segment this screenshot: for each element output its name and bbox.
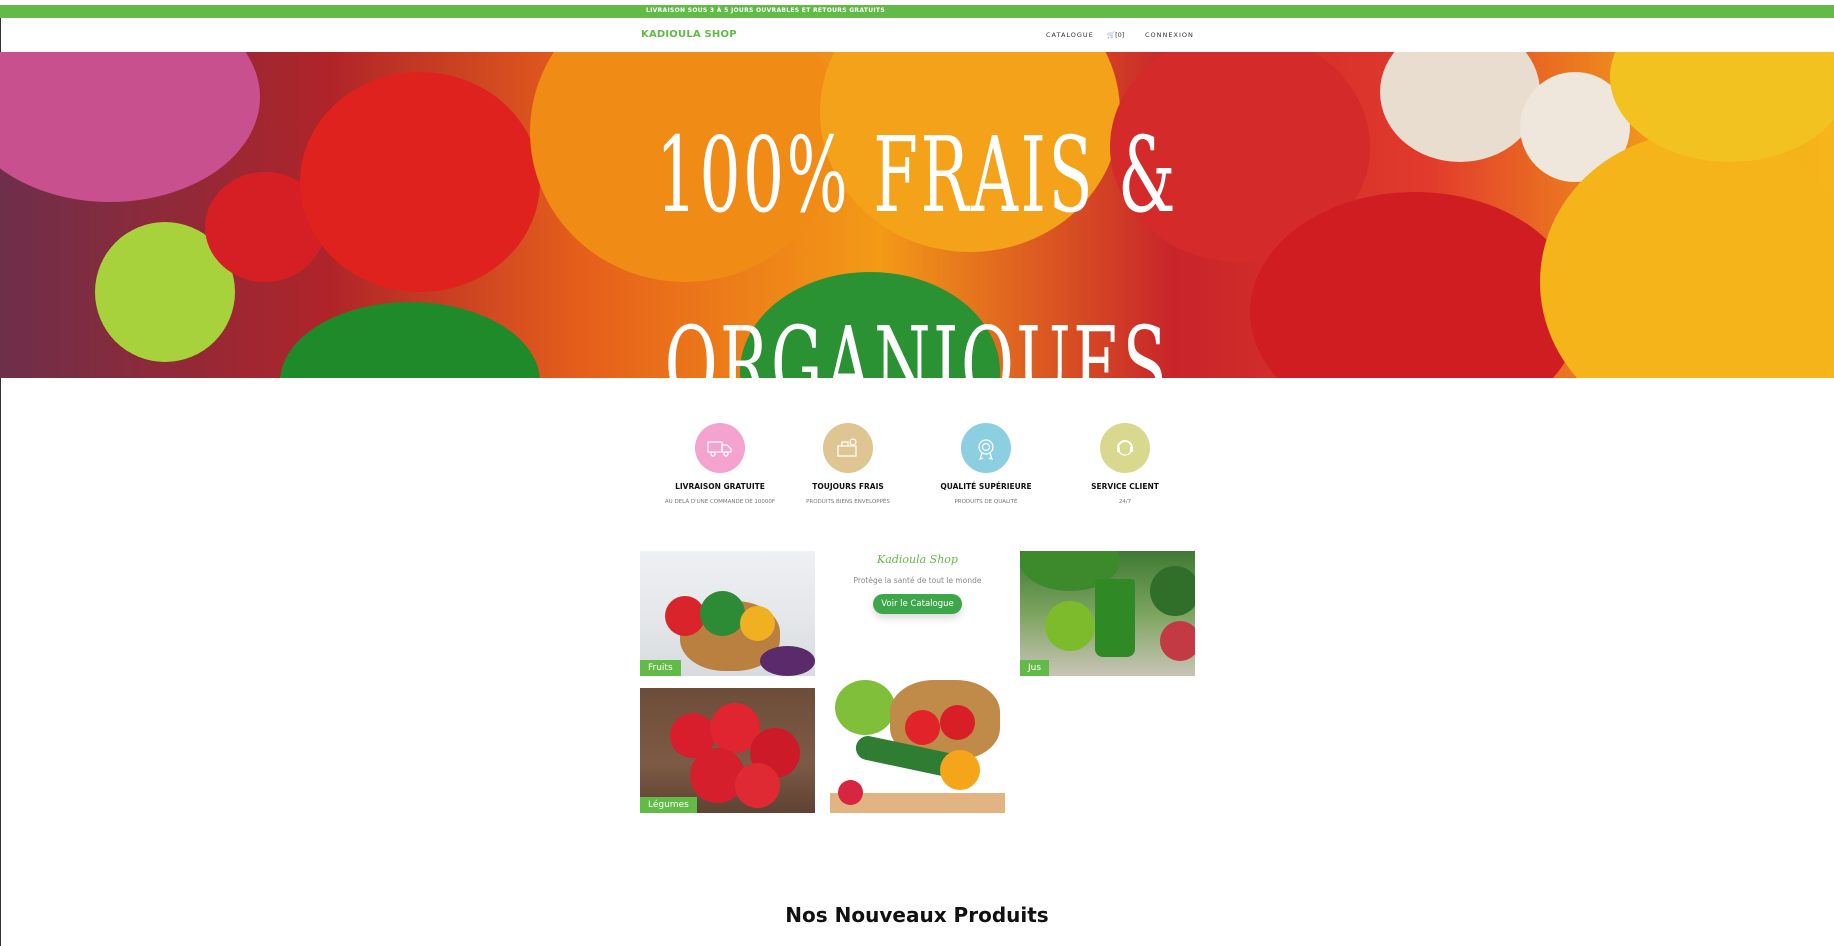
brand-logo[interactable]: KADIOULA SHOP [641,29,737,40]
onion-shape [0,52,260,202]
cart-count: [0] [1115,31,1125,39]
nav-cart[interactable]: 🛒[0] [1107,31,1124,39]
promo-tagline: Protège la santé de tout le monde [853,576,982,585]
hero-title-line1: 100% FRAIS & [655,114,1178,236]
vegetables-basket-image[interactable] [830,665,1005,813]
hero-title: 100% FRAIS & ORGANIQUES [348,80,1485,378]
category-tile-legumes[interactable]: Légumes [640,688,815,813]
nav-catalogue[interactable]: CATALOGUE [1046,31,1094,39]
feature-subtitle: PRODUITS DE QUALITÉ [954,499,1018,505]
broccoli-shape [1150,566,1195,616]
announcement-text: LIVRAISON SOUS 3 À 5 JOURS OUVRABLES ET … [646,7,885,14]
feature-customer-service: SERVICE CLIENT 24/7 [1045,420,1205,505]
feature-title: TOUJOURS FRAIS [812,482,884,491]
customer-service-icon [1100,423,1150,473]
eggplant-shape [760,646,815,676]
section-title-new-products: Nos Nouveaux Produits [785,903,1049,927]
navbar: KADIOULA SHOP CATALOGUE 🛒[0] CONNEXION [0,18,1834,52]
feature-title: SERVICE CLIENT [1091,482,1159,491]
feature-quality: QUALITÉ SUPÉRIEURE PRODUITS DE QUALITÉ [906,420,1066,505]
features-row: LIVRAISON GRATUITE AU DELÀ D'UNE COMMAND… [640,420,1200,510]
view-catalogue-button[interactable]: Voir le Catalogue [873,594,962,614]
delivery-truck-icon [695,423,745,473]
quality-badge-icon [961,423,1011,473]
left-edge-rule [0,378,1,946]
tomato2-shape [940,705,975,740]
promo-block: Kadioula Shop Protège la santé de tout l… [830,551,1005,614]
feature-subtitle: 24/7 [1118,499,1132,505]
apple-shape [1045,601,1095,651]
red-apple-shape [1160,621,1195,661]
hero-banner: 100% FRAIS & ORGANIQUES [0,52,1834,378]
tomato-shape [905,710,940,745]
corn-shape [740,606,775,641]
radish-shape [838,780,863,805]
pepper-shape [940,750,980,790]
category-tile-fruits[interactable]: Fruits [640,551,815,676]
nav-login[interactable]: CONNEXION [1145,31,1194,39]
feature-title: QUALITÉ SUPÉRIEURE [940,482,1032,491]
fruit-shape [665,596,705,636]
strawberry5-shape [735,763,780,808]
category-label-fruits: Fruits [640,660,681,676]
feature-always-fresh: TOUJOURS FRAIS PRODUITS BIENS ENVELOPPÉS [768,420,928,505]
hero-title-line2: ORGANIQUES [664,304,1170,378]
announcement-bar: LIVRAISON SOUS 3 À 5 JOURS OUVRABLES ET … [0,5,1834,18]
veg-shape [700,591,745,636]
category-label-jus: Jus [1020,660,1050,676]
category-label-legumes: Légumes [640,797,697,813]
cart-icon: 🛒 [1107,31,1116,39]
feature-subtitle: PRODUITS BIENS ENVELOPPÉS [806,499,890,505]
category-tile-jus[interactable]: Jus [1020,551,1195,676]
fresh-products-icon [823,423,873,473]
promo-shop-name: Kadioula Shop [877,553,958,566]
lettuce-shape [835,680,895,735]
juice-glass-shape [1095,579,1135,657]
